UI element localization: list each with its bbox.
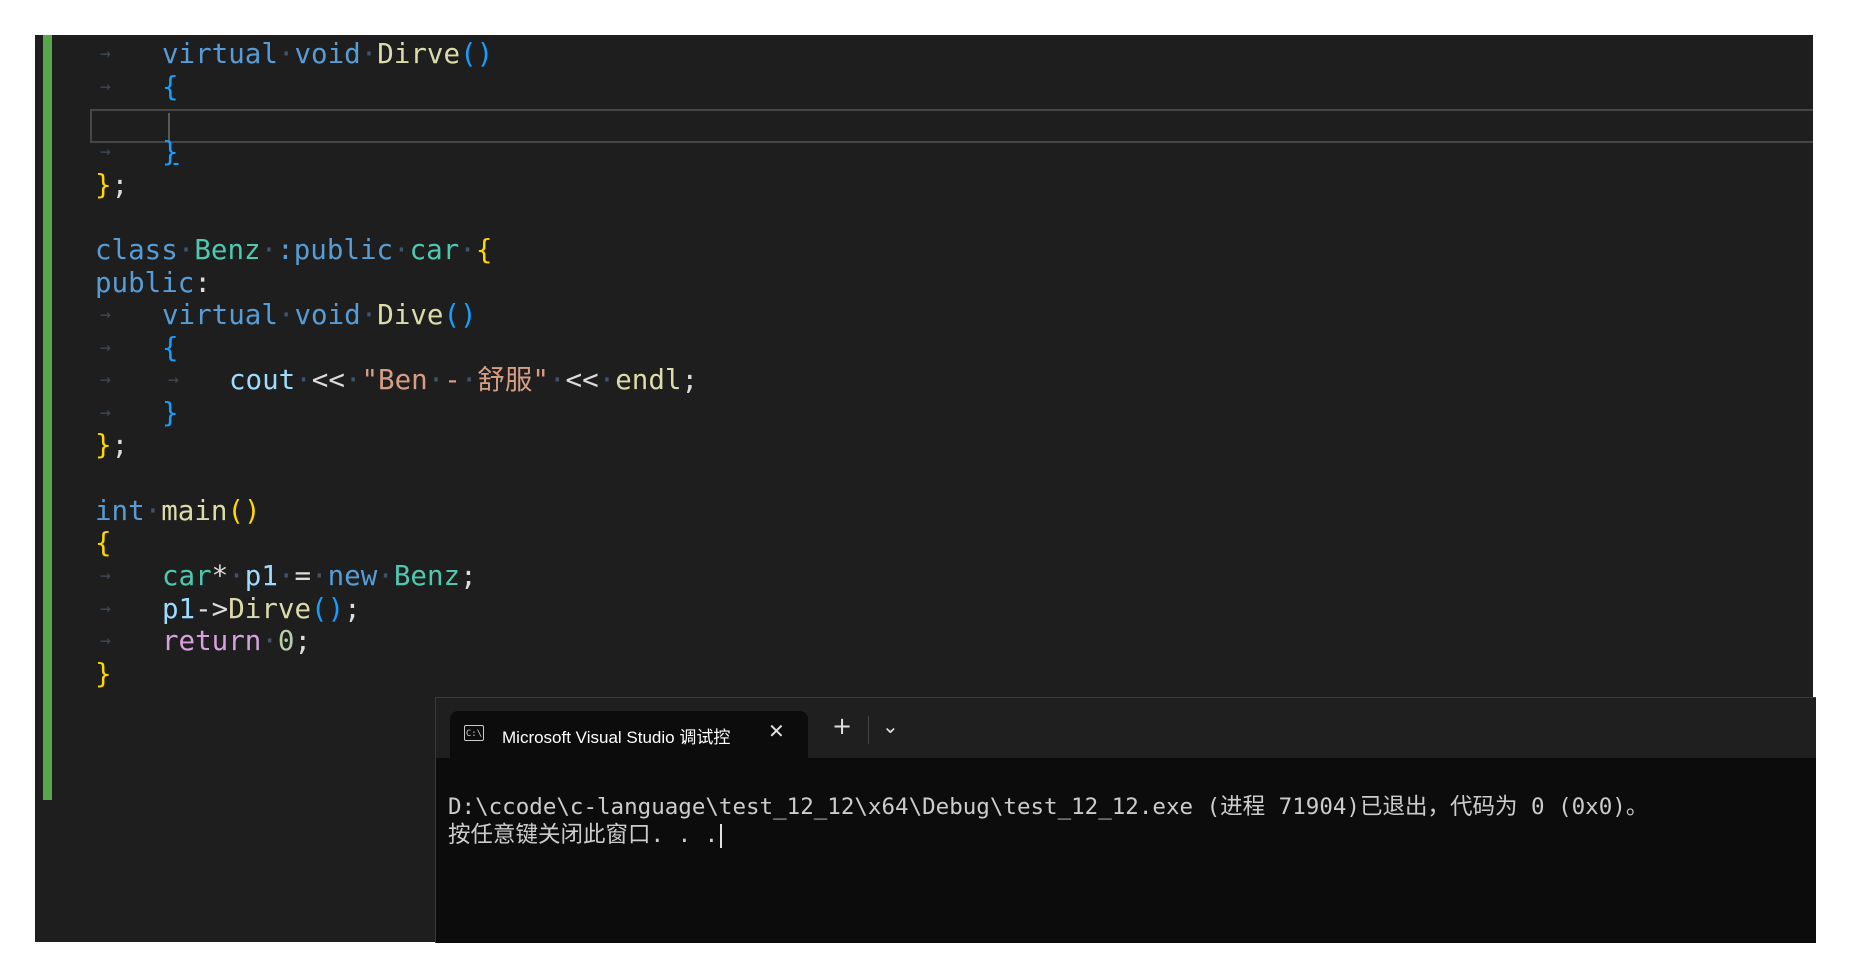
code-token: main	[161, 495, 228, 527]
code-token: }	[162, 397, 179, 429]
code-token: ;	[111, 429, 129, 461]
whitespace-marker: ·	[459, 234, 476, 266]
debug-console-window[interactable]: C:\ Microsoft Visual Studio 调试控 ✕ + ⌄ D:…	[435, 697, 1816, 943]
code-token: new	[327, 560, 378, 592]
code-line: };	[95, 426, 128, 464]
whitespace-marker: ·	[460, 364, 478, 396]
code-token: 舒服"	[477, 364, 549, 396]
code-token: void	[294, 38, 361, 70]
terminal-titlebar: C:\ Microsoft Visual Studio 调试控 ✕ + ⌄	[436, 698, 1816, 758]
code-token: {	[95, 527, 112, 559]
indent-guide: →	[100, 76, 111, 97]
code-token: int	[95, 495, 145, 527]
code-token: ()	[311, 593, 345, 625]
whitespace-marker: ·	[260, 234, 278, 266]
terminal-caret	[720, 823, 723, 848]
code-token: virtual	[162, 38, 278, 70]
whitespace-marker: ·	[377, 560, 394, 592]
code-token: :	[194, 267, 211, 299]
code-token: }	[162, 136, 179, 168]
code-token: Benz	[194, 234, 261, 266]
whitespace-marker: ·	[177, 234, 195, 266]
code-line: }	[162, 133, 179, 171]
terminal-output-line: 按任意键关闭此窗口. . .	[448, 822, 719, 848]
whitespace-marker: ·	[548, 364, 566, 396]
code-token: ;	[344, 593, 361, 625]
code-line: virtual·void·Dirve()	[162, 35, 493, 73]
code-line: }	[162, 394, 179, 432]
code-line: int·main()	[95, 492, 261, 530]
code-token: ()	[460, 38, 494, 70]
code-token: {	[475, 234, 493, 266]
code-token: Dirve	[377, 38, 461, 70]
code-token: p1	[162, 593, 196, 625]
whitespace-marker: ·	[144, 495, 162, 527]
code-token: ;	[460, 560, 477, 592]
chevron-down-icon[interactable]: ⌄	[882, 714, 899, 738]
code-line: {	[95, 524, 112, 562]
whitespace-marker: ·	[427, 364, 445, 396]
code-token: car	[162, 560, 212, 592]
code-line: {	[162, 68, 179, 106]
terminal-output[interactable]: D:\ccode\c-language\test_12_12\x64\Debug…	[448, 793, 1648, 849]
whitespace-marker: ·	[344, 364, 362, 396]
whitespace-marker: ·	[277, 560, 295, 592]
whitespace-marker: ·	[261, 625, 278, 657]
code-token: ;	[681, 364, 699, 396]
console-icon: C:\	[464, 725, 484, 741]
close-icon[interactable]: ✕	[768, 719, 785, 743]
whitespace-marker: ·	[598, 364, 616, 396]
code-token: cout	[229, 364, 296, 396]
code-line: }	[95, 655, 112, 693]
code-token: -	[444, 364, 461, 396]
code-token: }	[95, 169, 112, 201]
code-token: endl	[615, 364, 682, 396]
titlebar-divider	[868, 716, 869, 744]
code-token: ()	[443, 299, 477, 331]
whitespace-marker: ·	[277, 299, 295, 331]
whitespace-marker: ·	[360, 299, 378, 331]
code-token: ()	[227, 495, 261, 527]
code-token: Dirve	[228, 593, 312, 625]
code-token: ;	[111, 169, 129, 201]
code-line: cout·<<·"Ben·-·舒服"·<<·endl;	[229, 361, 698, 399]
code-token: car	[409, 234, 460, 266]
code-token: ;	[294, 625, 312, 657]
code-token: void	[294, 299, 361, 331]
whitespace-marker: ·	[295, 364, 312, 396]
code-token: :public	[277, 234, 394, 266]
code-token: =	[294, 560, 312, 592]
whitespace-marker: ·	[311, 560, 328, 592]
code-token: class	[95, 234, 178, 266]
new-tab-button[interactable]: +	[832, 712, 852, 740]
code-token: 0	[277, 625, 295, 657]
code-token: Dive	[377, 299, 444, 331]
code-token: virtual	[162, 299, 278, 331]
code-line: {	[162, 329, 179, 367]
whitespace-marker: ·	[360, 38, 378, 70]
code-token: p1	[244, 560, 278, 592]
code-token: }	[95, 658, 112, 690]
code-token: "Ben	[361, 364, 428, 396]
code-line: return·0;	[162, 622, 311, 660]
whitespace-marker: ·	[277, 38, 295, 70]
terminal-output-line: D:\ccode\c-language\test_12_12\x64\Debug…	[448, 794, 1649, 820]
code-token: {	[162, 71, 179, 103]
code-token: return	[162, 625, 262, 657]
code-token: <<	[565, 364, 599, 396]
code-token: ->	[195, 593, 229, 625]
code-token: *	[211, 560, 229, 592]
code-token: {	[162, 332, 179, 364]
code-token: <<	[311, 364, 345, 396]
whitespace-marker: ·	[228, 560, 245, 592]
code-token: }	[95, 429, 112, 461]
terminal-tab-title: Microsoft Visual Studio 调试控	[502, 728, 731, 747]
code-line: virtual·void·Dive()	[162, 296, 477, 334]
whitespace-marker: ·	[393, 234, 410, 266]
code-token: Benz	[393, 560, 461, 592]
terminal-tab[interactable]: C:\ Microsoft Visual Studio 调试控 ✕	[450, 711, 808, 758]
code-line: };	[95, 166, 128, 204]
code-token: public	[95, 267, 195, 299]
